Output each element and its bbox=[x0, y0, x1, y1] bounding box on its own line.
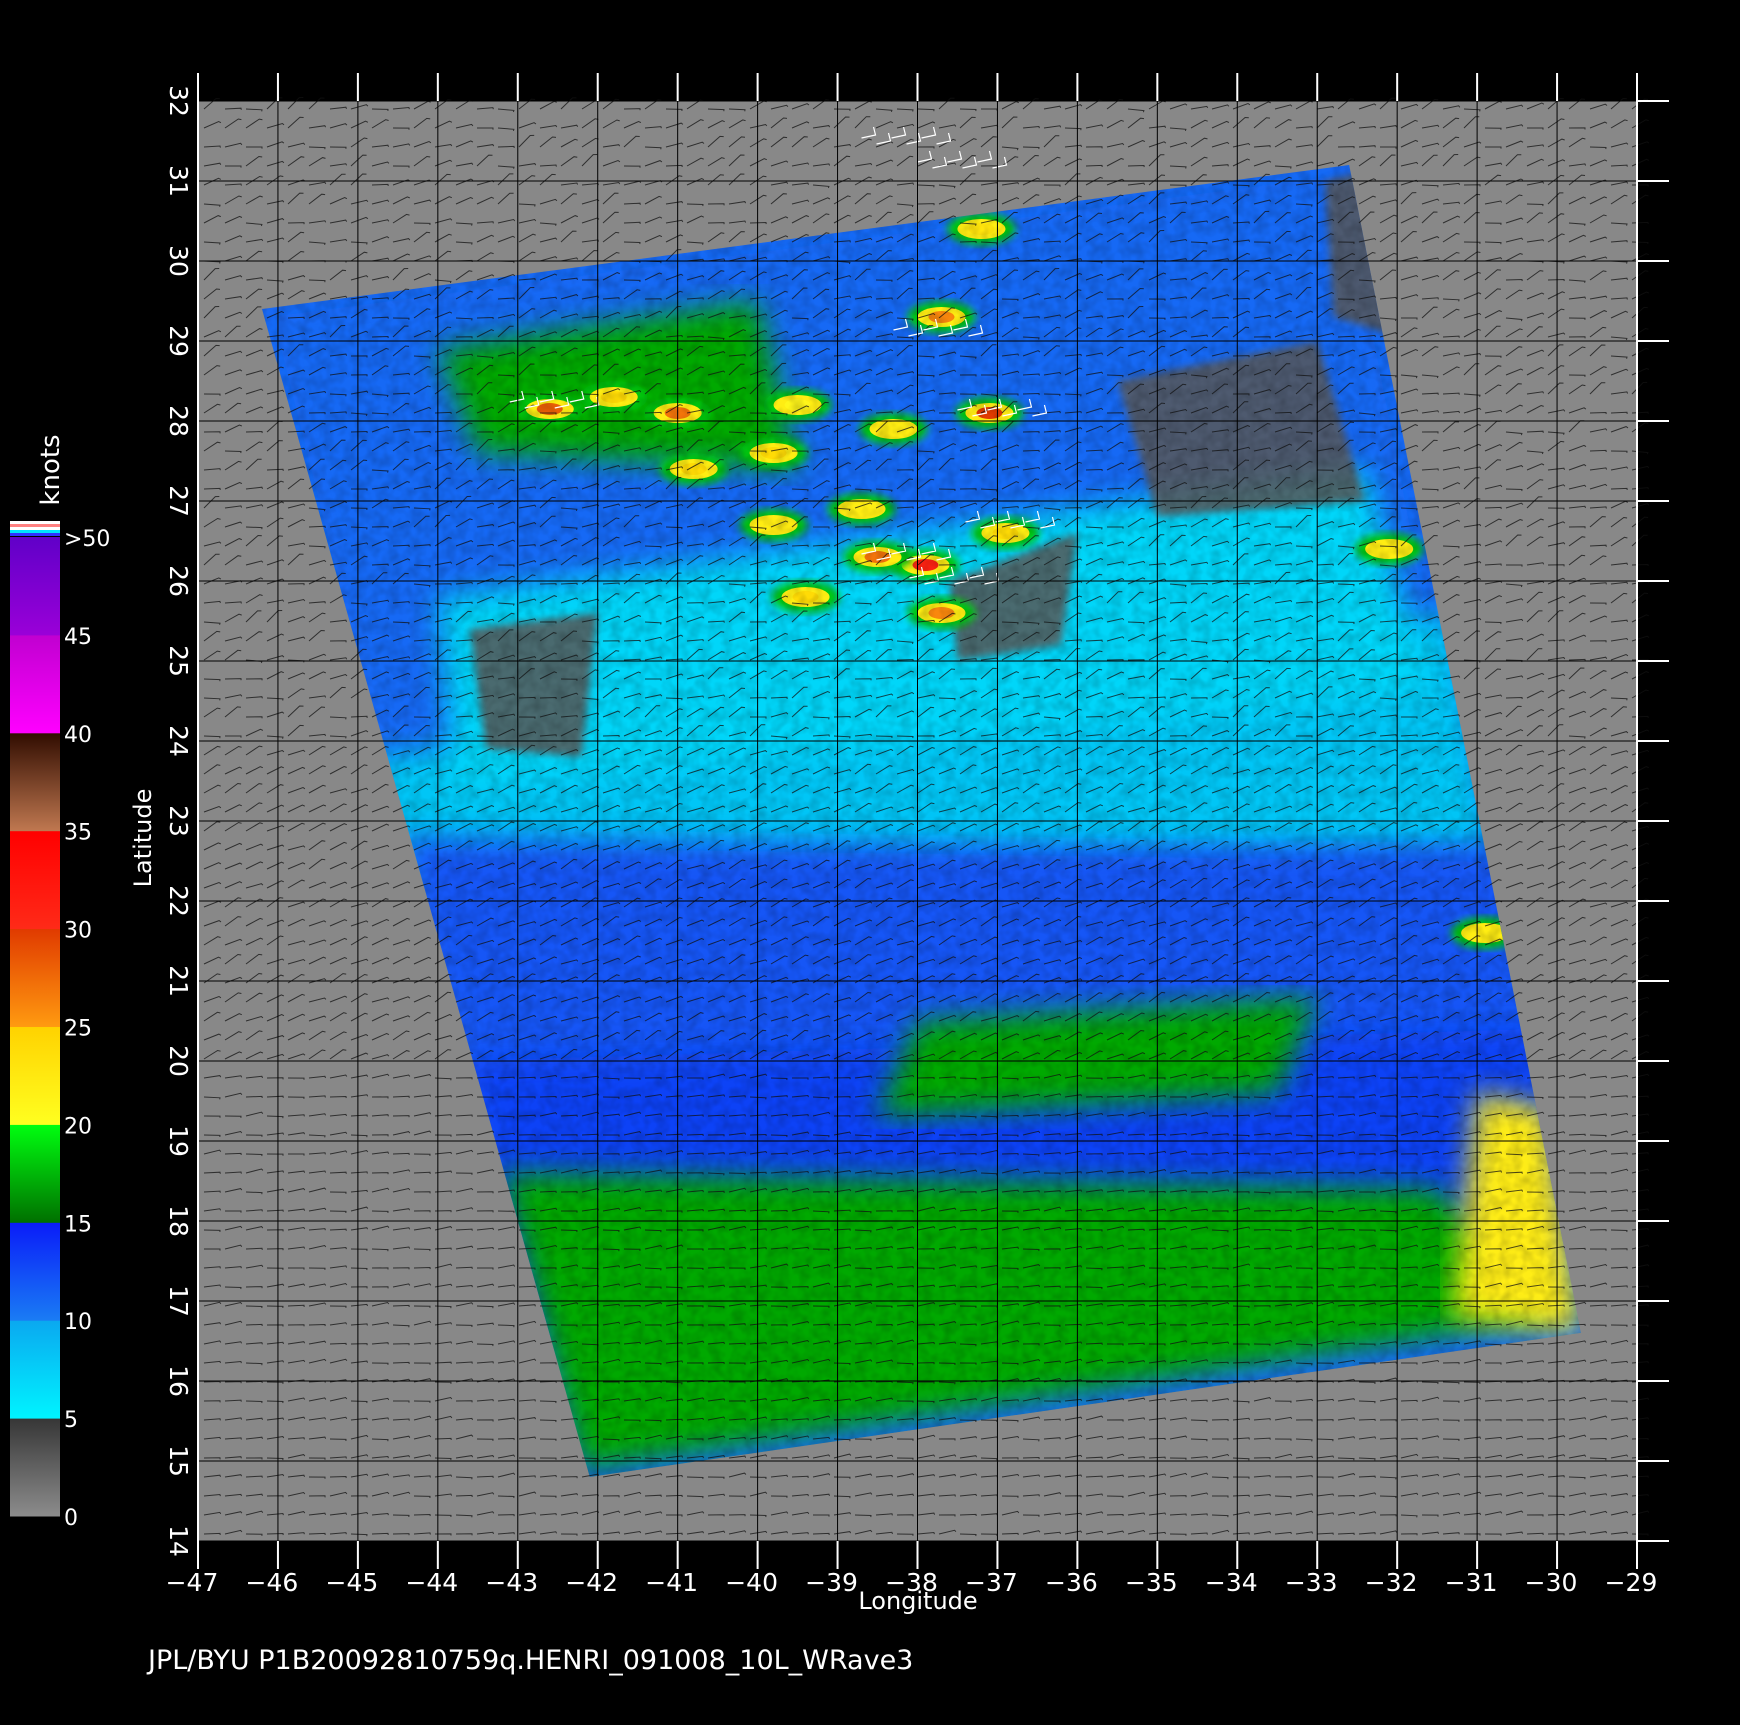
colorbar-label: 25 bbox=[64, 1017, 92, 1042]
colorbar-cap-stripe bbox=[10, 524, 60, 527]
y-tick-label: 17 bbox=[164, 1285, 193, 1317]
x-tick-label: −47 bbox=[166, 1568, 219, 1597]
x-tick-label: −41 bbox=[645, 1568, 698, 1597]
x-tick-label: −32 bbox=[1365, 1568, 1418, 1597]
x-tick-label: −39 bbox=[805, 1568, 858, 1597]
colorbar-segment bbox=[10, 537, 60, 636]
x-tick-label: −35 bbox=[1125, 1568, 1178, 1597]
y-tick-label: 14 bbox=[164, 1525, 193, 1557]
y-tick-label: 26 bbox=[164, 565, 193, 597]
x-tick-label: −40 bbox=[725, 1568, 778, 1597]
colorbar-label: 40 bbox=[64, 723, 92, 748]
x-tick-label: −36 bbox=[1045, 1568, 1098, 1597]
y-tick-label: 19 bbox=[164, 1125, 193, 1157]
x-tick-label: −45 bbox=[326, 1568, 379, 1597]
colorbar-segment bbox=[10, 1026, 60, 1125]
y-tick-label: 30 bbox=[164, 245, 193, 277]
colorbar-segment bbox=[10, 1418, 60, 1517]
y-tick-label: 29 bbox=[164, 325, 193, 357]
x-tick-label: −31 bbox=[1445, 1568, 1498, 1597]
colorbar-cap-stripe bbox=[10, 527, 60, 530]
scatterometer-wind-map: 0 5 10 15 20 25 30 35 40 45 >50 knots −47 −46 −45 −44−… bbox=[0, 0, 1740, 1720]
x-tick-label: −33 bbox=[1285, 1568, 1338, 1597]
colorbar: 0 5 10 15 20 25 30 35 40 45 >50 knots bbox=[10, 434, 110, 1531]
x-tick-label: −29 bbox=[1605, 1568, 1658, 1597]
y-tick-label: 24 bbox=[164, 725, 193, 757]
x-tick-label: −43 bbox=[485, 1568, 538, 1597]
y-tick-label: 28 bbox=[164, 405, 193, 437]
y-tick-label: 18 bbox=[164, 1205, 193, 1237]
colorbar-label: 15 bbox=[64, 1212, 92, 1237]
colorbar-cap-stripe bbox=[10, 533, 60, 536]
y-axis-label: Latitude bbox=[129, 789, 157, 888]
y-tick-label: 20 bbox=[164, 1045, 193, 1077]
colorbar-segment bbox=[10, 928, 60, 1027]
x-tick-label: −42 bbox=[565, 1568, 618, 1597]
plot-area bbox=[197, 97, 1650, 1542]
x-tick-label: −30 bbox=[1525, 1568, 1578, 1597]
y-tick-label: 25 bbox=[164, 645, 193, 677]
x-axis-label: Longitude bbox=[858, 1587, 977, 1615]
colorbar-label: 30 bbox=[64, 919, 92, 944]
colorbar-label: 5 bbox=[64, 1408, 78, 1433]
colorbar-unit-label: knots bbox=[36, 434, 66, 505]
colorbar-cap-stripe bbox=[10, 521, 60, 524]
colorbar-label: 0 bbox=[64, 1506, 78, 1531]
y-tick-label: 22 bbox=[164, 885, 193, 917]
colorbar-segment bbox=[10, 830, 60, 930]
colorbar-label: 10 bbox=[64, 1310, 92, 1335]
y-tick-label: 15 bbox=[164, 1445, 193, 1477]
colorbar-label: 45 bbox=[64, 625, 92, 650]
colorbar-label: 20 bbox=[64, 1114, 92, 1139]
x-tick-label: −46 bbox=[246, 1568, 299, 1597]
map-canvas: 051015202530354045>50knots −47 −46 −45 −44−… bbox=[10, 73, 1669, 1615]
colorbar-cap-stripe bbox=[10, 530, 60, 533]
colorbar-label: 35 bbox=[64, 821, 92, 846]
y-tick-label: 23 bbox=[164, 805, 193, 837]
y-tick-label: 32 bbox=[164, 85, 193, 117]
colorbar-segment bbox=[10, 1222, 60, 1321]
x-tick-label: −44 bbox=[405, 1568, 458, 1597]
colorbar-segment bbox=[10, 634, 60, 734]
x-tick-label: −34 bbox=[1205, 1568, 1258, 1597]
product-id-footer: JPL/BYU P1B20092810759q.HENRI_091008_10L… bbox=[148, 1645, 914, 1676]
y-tick-label: 31 bbox=[164, 165, 193, 197]
colorbar-label: >50 bbox=[64, 527, 110, 552]
colorbar-segment bbox=[10, 1124, 60, 1223]
y-tick-label: 27 bbox=[164, 485, 193, 517]
colorbar-segment bbox=[10, 1320, 60, 1419]
colorbar-segment bbox=[10, 732, 60, 832]
y-tick-label: 21 bbox=[164, 965, 193, 997]
y-tick-label: 16 bbox=[164, 1365, 193, 1397]
